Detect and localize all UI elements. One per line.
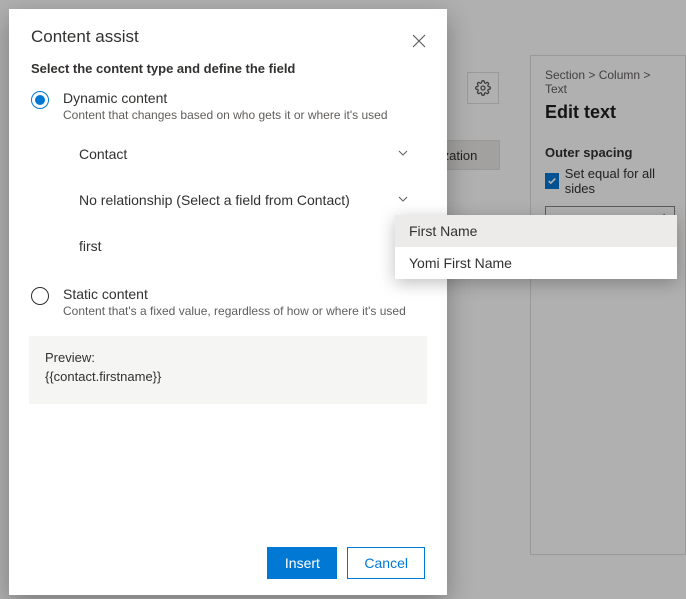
entity-select-value: Contact bbox=[79, 146, 127, 162]
radio-dynamic-desc: Content that changes based on who gets i… bbox=[63, 108, 388, 122]
entity-select[interactable]: Contact bbox=[79, 140, 409, 168]
field-search-input[interactable]: first bbox=[79, 232, 409, 260]
preview-label: Preview: bbox=[45, 350, 411, 365]
radio-dynamic-title: Dynamic content bbox=[63, 90, 388, 106]
relationship-select-value: No relationship (Select a field from Con… bbox=[79, 192, 350, 208]
preview-box: Preview: {{contact.firstname}} bbox=[29, 336, 427, 404]
content-assist-dialog: Content assist Select the content type a… bbox=[9, 9, 447, 595]
insert-button[interactable]: Insert bbox=[267, 547, 337, 579]
autocomplete-item[interactable]: Yomi First Name bbox=[395, 247, 677, 279]
chevron-down-icon bbox=[397, 146, 409, 162]
relationship-select[interactable]: No relationship (Select a field from Con… bbox=[79, 186, 409, 214]
autocomplete-popup: First Name Yomi First Name bbox=[395, 215, 677, 279]
radio-static-title: Static content bbox=[63, 286, 406, 302]
autocomplete-item[interactable]: First Name bbox=[395, 215, 677, 247]
close-icon[interactable] bbox=[407, 29, 431, 53]
field-search-value: first bbox=[79, 238, 102, 254]
radio-static[interactable]: Static content Content that's a fixed va… bbox=[31, 286, 425, 318]
radio-static-desc: Content that's a fixed value, regardless… bbox=[63, 304, 406, 318]
chevron-down-icon bbox=[397, 192, 409, 208]
dialog-instruction: Select the content type and define the f… bbox=[31, 61, 425, 76]
radio-dynamic[interactable]: Dynamic content Content that changes bas… bbox=[31, 90, 425, 122]
preview-value: {{contact.firstname}} bbox=[45, 369, 411, 384]
dialog-title: Content assist bbox=[31, 27, 425, 47]
cancel-button[interactable]: Cancel bbox=[347, 547, 425, 579]
radio-dynamic-input[interactable] bbox=[31, 91, 49, 109]
radio-static-input[interactable] bbox=[31, 287, 49, 305]
